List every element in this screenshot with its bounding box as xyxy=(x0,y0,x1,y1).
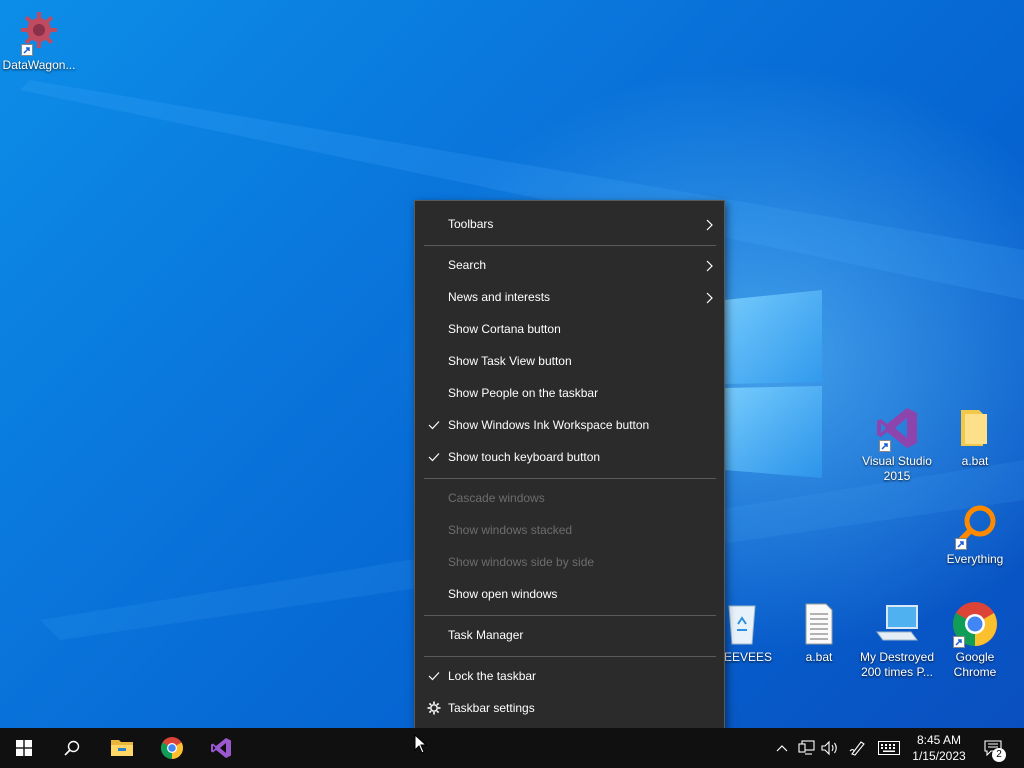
chrome-icon xyxy=(161,737,183,759)
shortcut-arrow-icon xyxy=(21,44,33,56)
visual-studio-icon xyxy=(873,404,921,452)
chevron-right-icon xyxy=(706,292,713,304)
gear-icon xyxy=(427,701,441,715)
menu-item-label: News and interests xyxy=(448,290,551,304)
menu-item-show-touch-keyboard[interactable]: Show touch keyboard button xyxy=(415,442,724,474)
menu-item-task-manager[interactable]: Task Manager xyxy=(415,620,724,652)
shortcut-arrow-icon xyxy=(953,636,965,648)
chevron-right-icon xyxy=(706,260,713,272)
menu-item-label: Show windows stacked xyxy=(448,523,573,537)
desktop-icon-a-bat-folder[interactable]: a.bat xyxy=(935,404,1015,469)
show-hidden-icons-button[interactable] xyxy=(772,728,792,768)
menu-item-toolbars[interactable]: Toolbars xyxy=(415,209,724,241)
menu-item-show-windows-stacked: Show windows stacked xyxy=(415,515,724,547)
menu-item-label: Search xyxy=(448,258,487,272)
clock-date: 1/15/2023 xyxy=(912,749,966,763)
menu-item-label: Show touch keyboard button xyxy=(448,450,601,464)
everything-search-icon xyxy=(951,502,999,550)
menu-item-show-windows-side-by-side: Show windows side by side xyxy=(415,547,724,579)
menu-item-label: Lock the taskbar xyxy=(448,669,537,683)
chevron-right-icon xyxy=(706,219,713,231)
start-icon xyxy=(16,740,32,756)
menu-separator xyxy=(424,478,716,479)
menu-separator xyxy=(424,245,716,246)
network-button[interactable] xyxy=(795,728,819,768)
volume-button[interactable] xyxy=(819,728,841,768)
menu-separator xyxy=(424,615,716,616)
desktop-icon-label: Visual Studio 2015 xyxy=(862,454,932,483)
checkmark-icon xyxy=(428,453,440,462)
menu-item-label: Task Manager xyxy=(448,628,524,642)
clock-time: 8:45 AM xyxy=(916,733,962,747)
batch-file-icon xyxy=(795,600,843,648)
menu-item-label: Show People on the taskbar xyxy=(448,386,599,400)
this-pc-icon xyxy=(873,600,921,648)
shortcut-arrow-icon xyxy=(879,440,891,452)
notification-count-badge: 2 xyxy=(992,748,1006,762)
checkmark-icon xyxy=(428,672,440,681)
desktop-icon-label: Everything xyxy=(946,552,1004,566)
pen-icon xyxy=(849,741,865,756)
desktop-icon-label: a.bat xyxy=(805,650,833,664)
windows-ink-button[interactable] xyxy=(846,728,870,768)
chrome-icon xyxy=(951,600,999,648)
menu-item-news-and-interests[interactable]: News and interests xyxy=(415,282,724,314)
visual-studio-taskbar-button[interactable] xyxy=(197,728,245,768)
file-explorer-button[interactable] xyxy=(98,728,146,768)
desktop-icon-google-chrome[interactable]: Google Chrome xyxy=(935,600,1015,680)
search-icon xyxy=(64,740,80,756)
chevron-up-icon xyxy=(776,745,788,752)
mouse-cursor-icon xyxy=(414,734,428,754)
file-explorer-icon xyxy=(111,740,133,756)
menu-item-show-open-windows[interactable]: Show open windows xyxy=(415,579,724,611)
desktop-icon-everything[interactable]: Everything xyxy=(935,502,1015,567)
menu-item-show-windows-ink[interactable]: Show Windows Ink Workspace button xyxy=(415,410,724,442)
desktop-icon-datawagon[interactable]: DataWagon... xyxy=(0,8,79,73)
network-icon xyxy=(798,740,815,755)
datawagon-gear-icon xyxy=(15,8,63,56)
desktop-icon-label: Google Chrome xyxy=(953,650,997,679)
volume-icon xyxy=(821,740,837,756)
menu-item-label: Taskbar settings xyxy=(448,701,535,715)
menu-item-label: Show Cortana button xyxy=(448,322,561,336)
folder-icon xyxy=(951,404,999,452)
touch-keyboard-button[interactable] xyxy=(876,728,902,768)
menu-item-label: Show Task View button xyxy=(448,354,572,368)
keyboard-icon xyxy=(878,741,900,755)
taskbar-clock[interactable]: 8:45 AM 1/15/2023 xyxy=(906,732,972,764)
visual-studio-icon xyxy=(211,738,231,758)
chrome-taskbar-button[interactable] xyxy=(148,728,196,768)
shortcut-arrow-icon xyxy=(955,538,967,550)
menu-item-lock-the-taskbar[interactable]: Lock the taskbar xyxy=(415,661,724,693)
menu-item-show-people[interactable]: Show People on the taskbar xyxy=(415,378,724,410)
checkmark-icon xyxy=(428,421,440,430)
menu-item-search[interactable]: Search xyxy=(415,250,724,282)
desktop-icon-visual-studio[interactable]: Visual Studio 2015 xyxy=(857,404,937,484)
menu-item-taskbar-settings[interactable]: Taskbar settings xyxy=(415,693,724,725)
menu-item-label: Toolbars xyxy=(448,217,494,231)
menu-item-cascade-windows: Cascade windows xyxy=(415,483,724,515)
taskbar[interactable]: 8:45 AM 1/15/2023 2 xyxy=(0,728,1024,768)
menu-item-label: Cascade windows xyxy=(448,491,545,505)
menu-item-label: Show open windows xyxy=(448,587,558,601)
desktop-icon-label: My Destroyed 200 times P... xyxy=(859,650,935,679)
menu-item-show-task-view-button[interactable]: Show Task View button xyxy=(415,346,724,378)
menu-item-label: Show windows side by side xyxy=(448,555,595,569)
menu-item-label: Show Windows Ink Workspace button xyxy=(448,418,650,432)
desktop-icon-a-bat-file[interactable]: a.bat xyxy=(779,600,859,665)
start-button[interactable] xyxy=(0,728,48,768)
menu-separator xyxy=(424,656,716,657)
desktop-icon-label: a.bat xyxy=(961,454,989,468)
menu-item-show-cortana-button[interactable]: Show Cortana button xyxy=(415,314,724,346)
taskbar-context-menu: Toolbars Search News and interests Show … xyxy=(414,200,725,733)
desktop-icon-this-pc[interactable]: My Destroyed 200 times P... xyxy=(857,600,937,680)
search-button[interactable] xyxy=(48,728,96,768)
desktop-icon-label: DataWagon... xyxy=(2,58,76,72)
